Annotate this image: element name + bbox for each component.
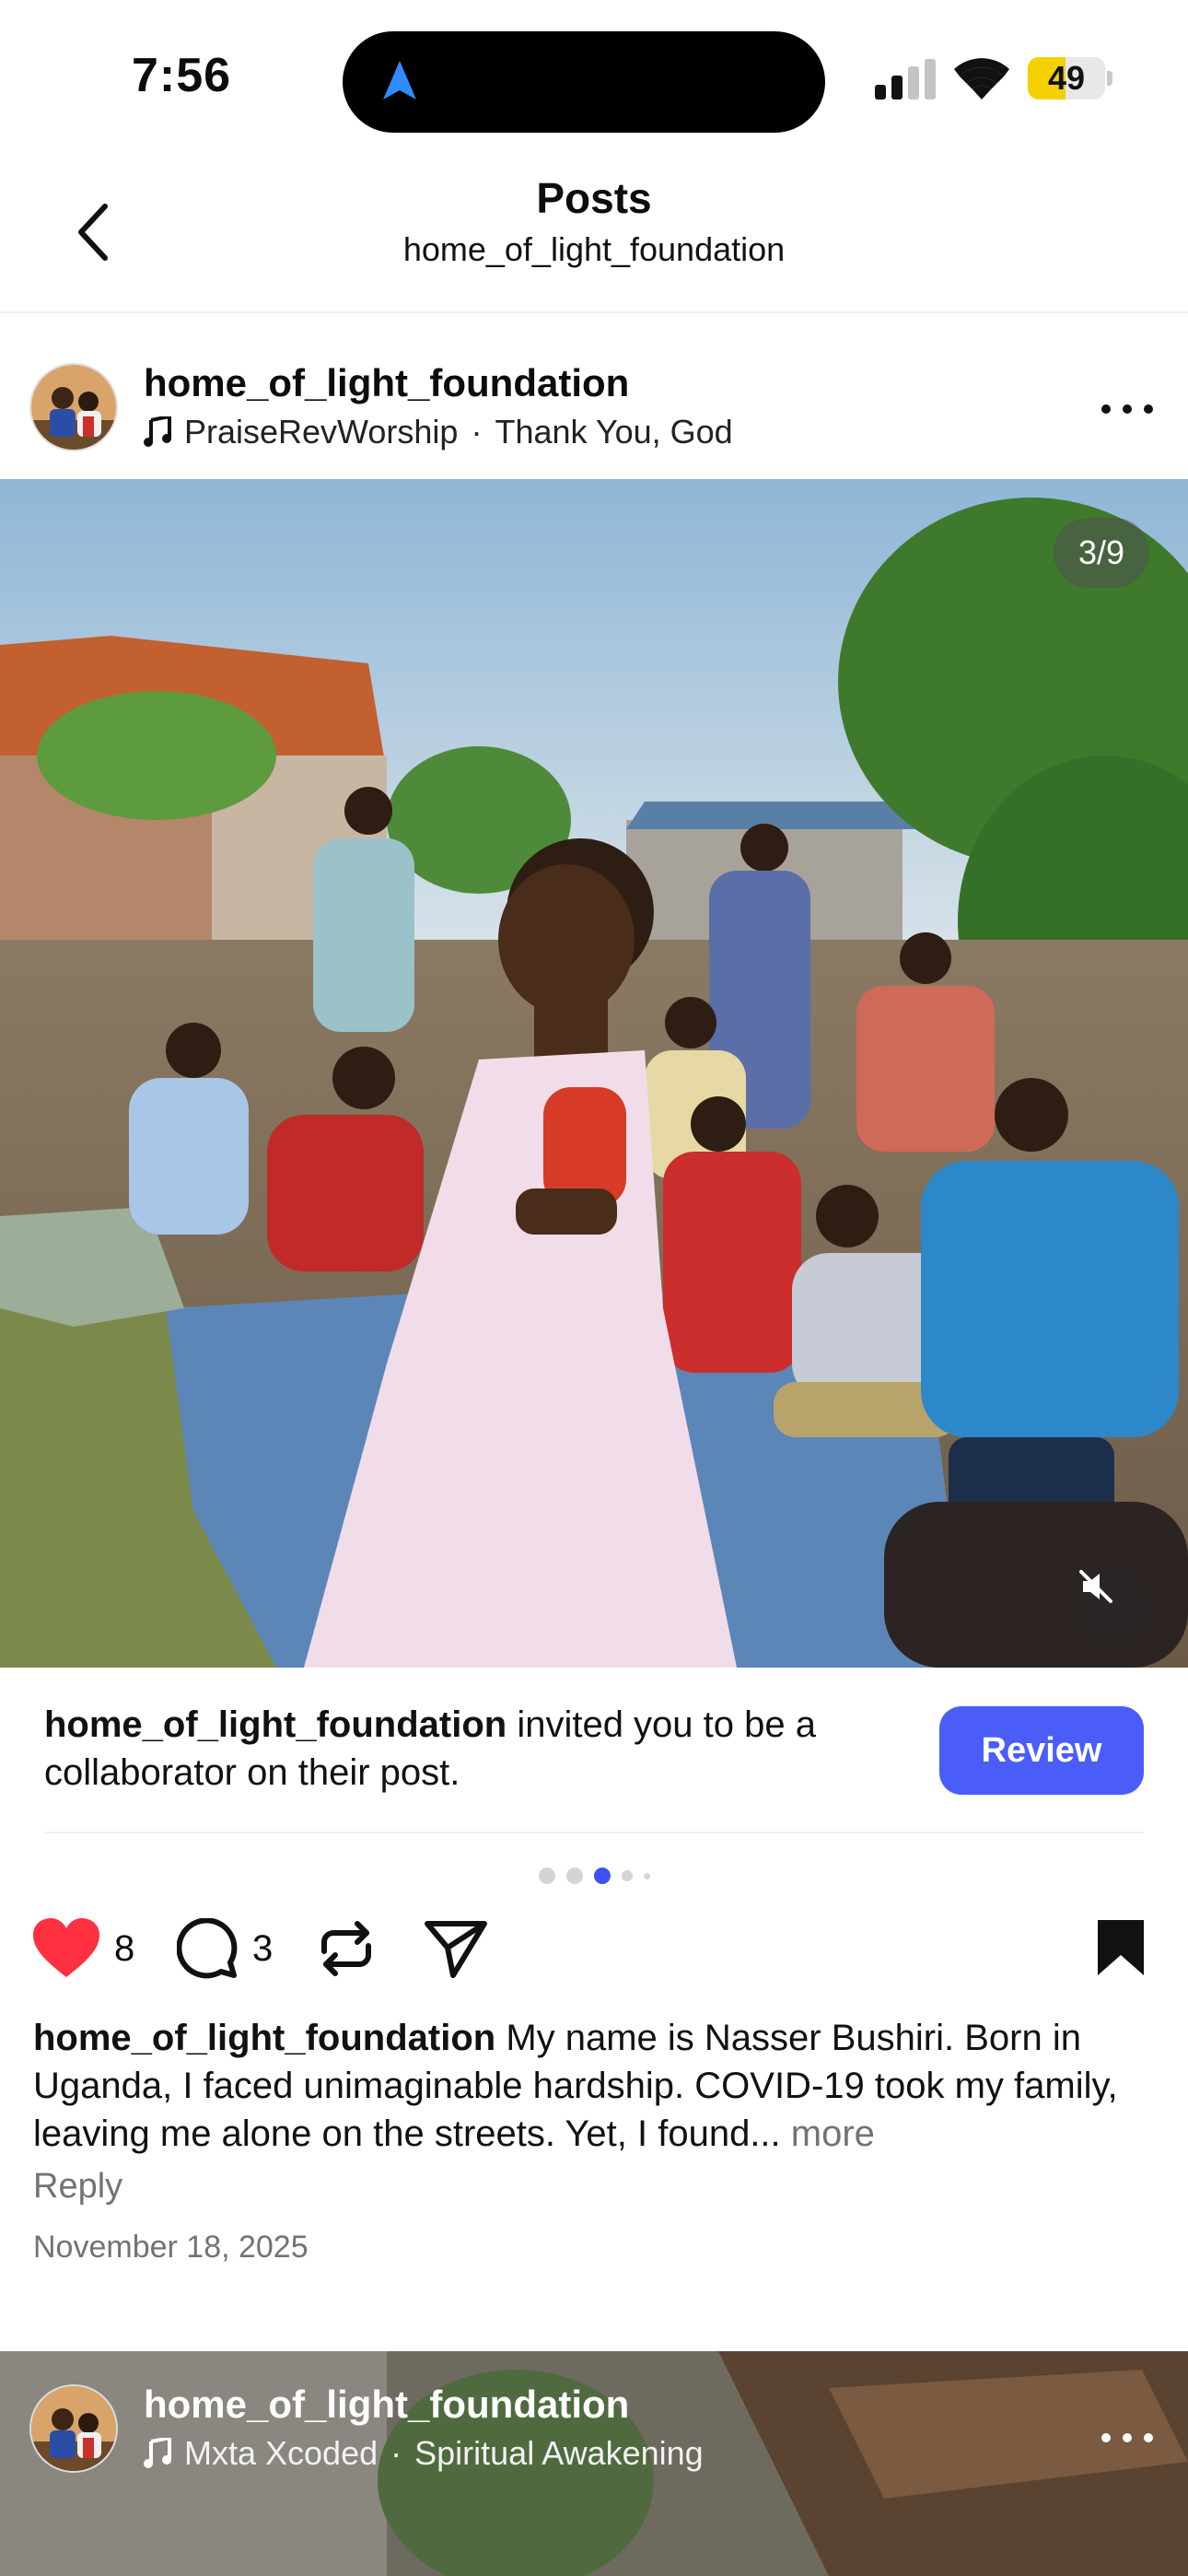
post-caption: home_of_light_foundation My name is Nass… xyxy=(33,2014,1162,2158)
next-post-preview[interactable]: home_of_light_foundation Mxta Xcoded · S… xyxy=(0,2351,1188,2576)
page-subtitle: home_of_light_foundation xyxy=(402,230,786,268)
wifi-icon xyxy=(954,58,1009,100)
image-counter: 3/9 xyxy=(1054,518,1149,588)
more-options-button[interactable] xyxy=(1101,391,1153,427)
caption-username[interactable]: home_of_light_foundation xyxy=(33,2018,495,2058)
post-image[interactable]: 3/9 xyxy=(0,479,1188,1668)
collab-message: home_of_light_foundation invited you to … xyxy=(44,1701,901,1797)
caption-more-link[interactable]: more xyxy=(791,2113,875,2154)
carousel-indicator xyxy=(0,1867,1188,1885)
avatar[interactable] xyxy=(29,2384,118,2473)
reply-link[interactable]: Reply xyxy=(33,2167,122,2207)
carousel-dot xyxy=(643,1872,650,1879)
cellular-signal-icon xyxy=(875,59,936,100)
save-button[interactable] xyxy=(1096,1918,1146,1977)
carousel-dot xyxy=(538,1868,555,1884)
post-header: home_of_light_foundation PraiseRevWorshi… xyxy=(0,313,1188,479)
music-artist: Mxta Xcoded xyxy=(184,2434,379,2472)
more-options-button[interactable] xyxy=(1101,2419,1153,2456)
status-bar: 7:56 49 xyxy=(0,0,1188,147)
carousel-dot xyxy=(593,1868,611,1884)
collaborator-invite: home_of_light_foundation invited you to … xyxy=(0,1668,1188,1833)
carousel-dot xyxy=(565,1868,583,1884)
next-post-username[interactable]: home_of_light_foundation xyxy=(144,2383,629,2427)
navigation-arrow-icon xyxy=(383,61,416,100)
post-date: November 18, 2025 xyxy=(33,2230,309,2265)
music-title: Spiritual Awakening xyxy=(414,2434,704,2472)
music-separator: · xyxy=(471,413,483,451)
page-title: Posts xyxy=(536,174,652,222)
review-button[interactable]: Review xyxy=(939,1706,1144,1795)
comment-bubble-icon xyxy=(177,1918,238,1979)
carousel-dot xyxy=(621,1870,633,1881)
battery-indicator: 49 xyxy=(1028,57,1112,100)
collab-username[interactable]: home_of_light_foundation xyxy=(44,1704,507,1745)
music-artist: PraiseRevWorship xyxy=(184,413,459,451)
divider xyxy=(44,1832,1144,1833)
paper-plane-icon xyxy=(425,1921,487,1978)
post-username[interactable]: home_of_light_foundation xyxy=(144,361,629,405)
like-button[interactable]: 8 xyxy=(33,1918,134,1979)
status-time: 7:56 xyxy=(132,49,232,102)
bookmark-icon xyxy=(1098,1920,1144,1975)
speaker-muted-icon xyxy=(1079,1570,1112,1603)
page-header: Posts home_of_light_foundation xyxy=(0,147,1188,313)
avatar[interactable] xyxy=(29,363,118,451)
repost-button[interactable] xyxy=(317,1918,376,1979)
ellipsis-icon xyxy=(1101,404,1111,414)
music-attribution[interactable]: Mxta Xcoded · Spiritual Awakening xyxy=(144,2434,704,2473)
music-note-icon xyxy=(144,2438,171,2468)
battery-level: 49 xyxy=(1047,59,1086,97)
repost-icon xyxy=(321,1921,371,1976)
music-attribution[interactable]: PraiseRevWorship · Thank You, God xyxy=(144,413,733,451)
dynamic-island xyxy=(343,31,825,133)
music-separator: · xyxy=(390,2434,402,2472)
music-note-icon xyxy=(144,416,171,447)
post-actions: 8 3 xyxy=(0,1907,1188,1996)
ellipsis-icon xyxy=(1101,2433,1111,2442)
music-title: Thank You, God xyxy=(495,413,733,451)
share-button[interactable] xyxy=(424,1918,488,1979)
comment-button[interactable]: 3 xyxy=(177,1918,273,1979)
like-count: 8 xyxy=(114,1927,135,1969)
comment-count: 3 xyxy=(252,1927,274,1969)
heart-icon xyxy=(33,1918,99,1977)
mute-button[interactable] xyxy=(1077,1568,1149,1640)
